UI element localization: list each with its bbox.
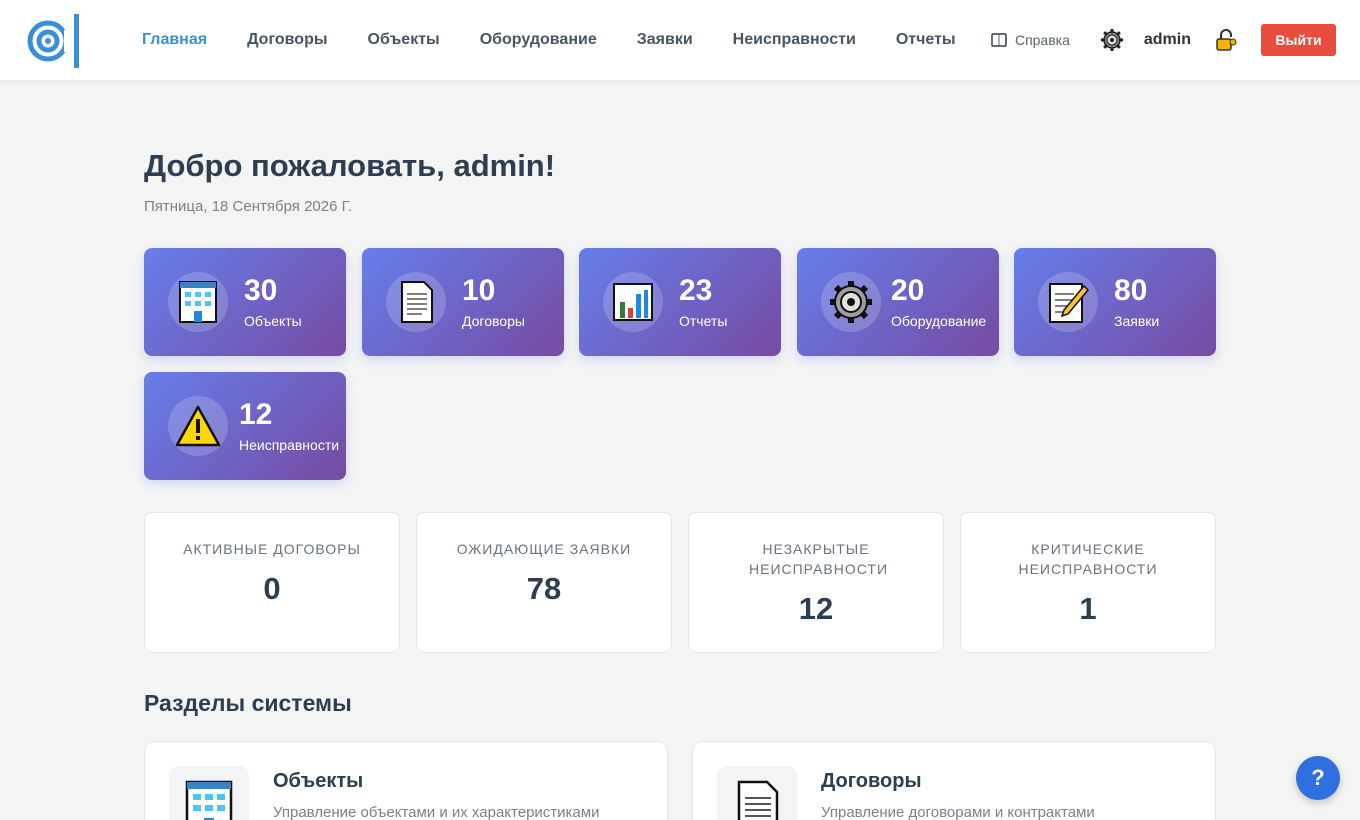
document-icon [737, 780, 779, 820]
stat-label: Неисправности [239, 437, 340, 453]
stat-label: Отчеты [679, 313, 728, 329]
help-label: Справка [1014, 32, 1070, 48]
settings-icon[interactable] [1100, 28, 1124, 52]
memo-icon [1049, 283, 1090, 323]
gear-icon [830, 281, 872, 323]
nav-faults[interactable]: Неисправности [733, 31, 856, 49]
section-card-contracts[interactable]: Договоры Управление договорами и контрак… [692, 741, 1216, 820]
summary-value: 1 [1079, 591, 1097, 626]
nav-equipment[interactable]: Оборудование [480, 31, 597, 49]
lock-icon[interactable] [1215, 29, 1237, 51]
summary-card-open-faults: Незакрытые неисправности 12 [688, 512, 944, 653]
stat-card-requests[interactable]: 80 Заявки [1014, 248, 1216, 356]
nav-contracts[interactable]: Договоры [247, 31, 327, 49]
header-right: Справка admin Выйти [991, 0, 1336, 80]
stat-card-faults[interactable]: 12 Неисправности [144, 372, 346, 480]
username: admin [1143, 31, 1191, 48]
summary-title: Незакрытые неисправности [749, 541, 889, 577]
stat-value: 80 [1114, 274, 1148, 307]
stat-value: 30 [244, 274, 278, 307]
page-title: Добро пожаловать, admin! [144, 148, 556, 183]
stat-value: 10 [462, 274, 496, 307]
summary-card-active-contracts: Активные договоры 0 [144, 512, 400, 653]
book-icon [991, 33, 1007, 47]
summary-value: 0 [263, 571, 281, 606]
stat-card-reports[interactable]: 23 Отчеты [579, 248, 781, 356]
nav-home[interactable]: Главная [142, 31, 207, 49]
section-card-desc: Управление объектами и их характеристика… [273, 804, 600, 820]
summary-card-pending-requests: Ожидающие заявки 78 [416, 512, 672, 653]
help-link[interactable]: Справка [991, 32, 1070, 48]
stat-label: Объекты [244, 313, 302, 329]
summary-title: Активные договоры [183, 541, 361, 557]
bar-chart-icon [613, 283, 653, 321]
summary-value: 12 [798, 591, 834, 626]
building-icon [185, 780, 233, 820]
building-icon [179, 281, 217, 323]
summary-title: Ожидающие заявки [456, 541, 632, 557]
stat-value: 20 [891, 274, 925, 307]
stat-value: 23 [679, 274, 713, 307]
help-fab-button[interactable]: ? [1296, 756, 1340, 800]
nav-objects[interactable]: Объекты [368, 31, 440, 49]
section-card-desc: Управление договорами и контрактами [821, 804, 1095, 820]
document-icon [401, 281, 433, 323]
stat-label: Заявки [1114, 313, 1160, 329]
section-card-objects[interactable]: Объекты Управление объектами и их характ… [144, 741, 668, 820]
main-nav: Главная Договоры Объекты Оборудование За… [142, 0, 956, 80]
nav-reports[interactable]: Отчеты [896, 31, 956, 49]
section-card-title: Договоры [821, 770, 922, 792]
warning-icon [175, 405, 221, 447]
summary-value: 78 [526, 571, 562, 606]
stat-card-objects[interactable]: 30 Объекты [144, 248, 346, 356]
logout-button[interactable]: Выйти [1261, 24, 1336, 56]
logo-icon[interactable] [26, 12, 84, 70]
stat-card-contracts[interactable]: 10 Договоры [362, 248, 564, 356]
section-title: Разделы системы [144, 690, 352, 716]
nav-requests[interactable]: Заявки [637, 31, 693, 49]
top-bar: Главная Договоры Объекты Оборудование За… [0, 0, 1360, 80]
summary-title: Критические неисправности [1018, 541, 1158, 577]
stat-label: Договоры [462, 313, 525, 329]
summary-card-critical-faults: Критические неисправности 1 [960, 512, 1216, 653]
stat-card-equipment[interactable]: 20 Оборудование [797, 248, 999, 356]
stat-value: 12 [239, 398, 273, 431]
stat-label: Оборудование [891, 313, 987, 329]
current-date: Пятница, 18 Сентября 2026 Г. [144, 198, 353, 215]
section-card-title: Объекты [273, 770, 364, 792]
